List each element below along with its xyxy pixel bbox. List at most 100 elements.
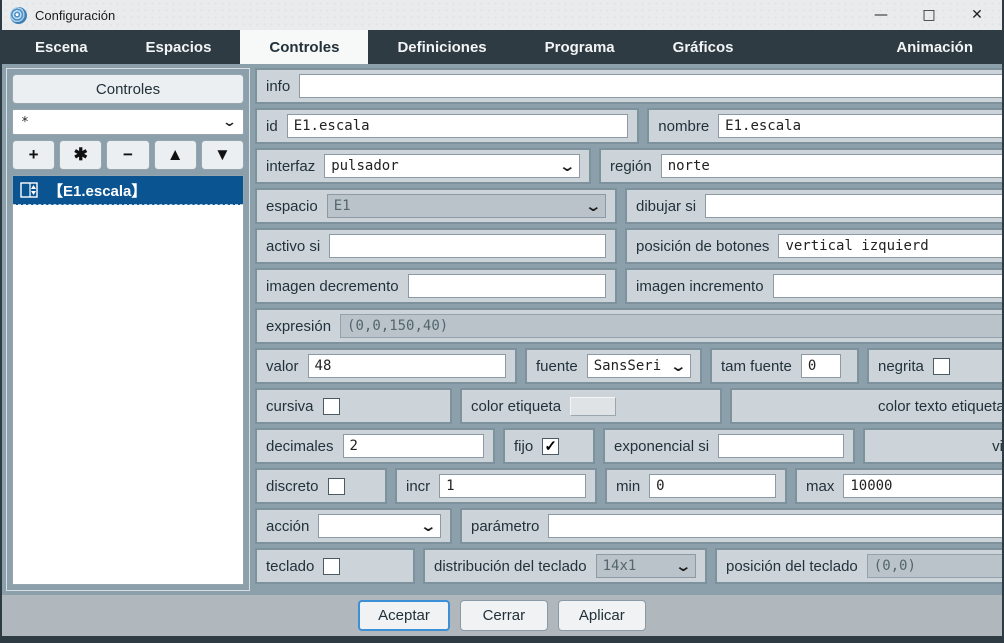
teclado-label: teclado — [266, 558, 314, 575]
group-expresion: expresión — [255, 308, 1002, 344]
group-id: id — [255, 108, 639, 144]
negrita-checkbox[interactable] — [933, 358, 950, 375]
group-min: min — [605, 468, 787, 504]
minimize-button[interactable]: — — [864, 3, 898, 27]
valor-input[interactable] — [308, 354, 506, 378]
group-visible: visible ✓ — [863, 428, 1002, 464]
expresion-input — [340, 314, 1002, 338]
apply-button[interactable]: Aplicar — [558, 600, 646, 631]
id-input[interactable] — [287, 114, 629, 138]
group-info: info — [255, 68, 1002, 104]
list-item-e1-escala[interactable]: 【E1.escala】 — [13, 176, 243, 205]
visible-label: visible — [992, 438, 1002, 455]
distribucion-teclado-label: distribución del teclado — [434, 558, 587, 575]
tab-definiciones[interactable]: Definiciones — [368, 30, 515, 64]
max-label: max — [806, 478, 834, 495]
controls-sidebar: Controles * ⌄ + ✱ − ▲ ▼ — [6, 68, 250, 591]
teclado-checkbox[interactable] — [323, 558, 340, 575]
group-cursiva: cursiva — [255, 388, 452, 424]
incr-input[interactable] — [439, 474, 586, 498]
fuente-select[interactable]: SansSeri ⌄ — [587, 354, 691, 378]
group-accion: acción ⌄ — [255, 508, 452, 544]
cursiva-checkbox[interactable] — [323, 398, 340, 415]
fijo-checkbox[interactable]: ✓ — [542, 438, 559, 455]
tam-fuente-input[interactable] — [801, 354, 841, 378]
imagen-incremento-label: imagen incremento — [636, 278, 764, 295]
group-tam-fuente: tam fuente — [710, 348, 859, 384]
group-posicion-teclado: posición del teclado — [715, 548, 1002, 584]
add-control-button[interactable]: + — [12, 140, 55, 170]
accion-label: acción — [266, 518, 309, 535]
interfaz-label: interfaz — [266, 158, 315, 175]
tab-espacios[interactable]: Espacios — [117, 30, 241, 64]
tab-graficos[interactable]: Gráficos — [644, 30, 763, 64]
accion-select[interactable]: ⌄ — [318, 514, 441, 538]
negrita-label: negrita — [878, 358, 924, 375]
region-select[interactable]: norte ⌄ — [661, 154, 1002, 178]
chevron-down-icon: ⌄ — [585, 201, 603, 211]
group-posicion-botones: posición de botones vertical izquierd ⌄ — [625, 228, 1002, 264]
region-label: región — [610, 158, 652, 175]
tab-controles[interactable]: Controles — [240, 30, 368, 64]
color-etiqueta-label: color etiqueta — [471, 398, 561, 415]
group-region: región norte ⌄ — [599, 148, 1002, 184]
posicion-botones-select[interactable]: vertical izquierd ⌄ — [778, 234, 1002, 258]
color-texto-etiqueta-label: color texto etiqueta — [878, 398, 1002, 415]
posicion-botones-value: vertical izquierd — [785, 238, 1002, 254]
parametro-input[interactable] — [548, 514, 1002, 538]
tab-animacion[interactable]: Animación — [867, 30, 1002, 64]
filter-select[interactable]: * ⌄ — [12, 109, 244, 135]
sidebar-header: Controles — [12, 74, 244, 104]
tab-escena[interactable]: Escena — [6, 30, 117, 64]
chevron-down-icon: ⌄ — [222, 115, 237, 130]
posicion-teclado-label: posición del teclado — [726, 558, 858, 575]
nombre-input[interactable] — [718, 114, 1002, 138]
chevron-down-icon: ⌄ — [559, 161, 577, 171]
window-title: Configuración — [35, 8, 115, 23]
interfaz-select[interactable]: pulsador ⌄ — [324, 154, 580, 178]
activo-si-input[interactable] — [329, 234, 606, 258]
group-exponencial-si: exponencial si — [603, 428, 855, 464]
group-fijo: fijo ✓ — [503, 428, 595, 464]
group-max: max — [795, 468, 1002, 504]
remove-control-button[interactable]: − — [106, 140, 149, 170]
maximize-button[interactable]: □ — [912, 3, 946, 27]
duplicate-control-button[interactable]: ✱ — [59, 140, 102, 170]
group-imagen-decremento: imagen decremento — [255, 268, 617, 304]
info-label: info — [266, 78, 290, 95]
imagen-incremento-input[interactable] — [773, 274, 1002, 298]
group-teclado: teclado — [255, 548, 415, 584]
posicion-botones-label: posición de botones — [636, 238, 769, 255]
group-dibujar-si: dibujar si — [625, 188, 1002, 224]
close-dialog-button[interactable]: Cerrar — [460, 600, 548, 631]
dibujar-si-input[interactable] — [705, 194, 1002, 218]
group-discreto: discreto — [255, 468, 387, 504]
move-down-button[interactable]: ▼ — [201, 140, 244, 170]
valor-label: valor — [266, 358, 299, 375]
decimales-input[interactable] — [343, 434, 484, 458]
titlebar: Configuración — □ ✕ — [2, 0, 1002, 30]
imagen-decremento-label: imagen decremento — [266, 278, 399, 295]
group-activo-si: activo si — [255, 228, 617, 264]
discreto-checkbox[interactable] — [328, 478, 345, 495]
group-color-etiqueta: color etiqueta — [460, 388, 722, 424]
decimales-label: decimales — [266, 438, 334, 455]
exponencial-si-input[interactable] — [718, 434, 844, 458]
tab-programa[interactable]: Programa — [516, 30, 644, 64]
min-input[interactable] — [649, 474, 776, 498]
footer-bar: Aceptar Cerrar Aplicar — [2, 595, 1002, 636]
espacio-value: E1 — [334, 198, 584, 214]
close-button[interactable]: ✕ — [960, 3, 994, 27]
imagen-decremento-input[interactable] — [408, 274, 606, 298]
info-input[interactable] — [299, 74, 1002, 98]
group-imagen-incremento: imagen incremento — [625, 268, 1002, 304]
posicion-teclado-input — [867, 554, 1002, 578]
cursiva-label: cursiva — [266, 398, 314, 415]
accept-button[interactable]: Aceptar — [358, 600, 450, 631]
max-input[interactable] — [843, 474, 1002, 498]
move-up-button[interactable]: ▲ — [154, 140, 197, 170]
group-espacio: espacio E1 ⌄ — [255, 188, 617, 224]
group-nombre: nombre — [647, 108, 1002, 144]
color-etiqueta-swatch[interactable] — [570, 397, 616, 416]
group-parametro: parámetro — [460, 508, 1002, 544]
